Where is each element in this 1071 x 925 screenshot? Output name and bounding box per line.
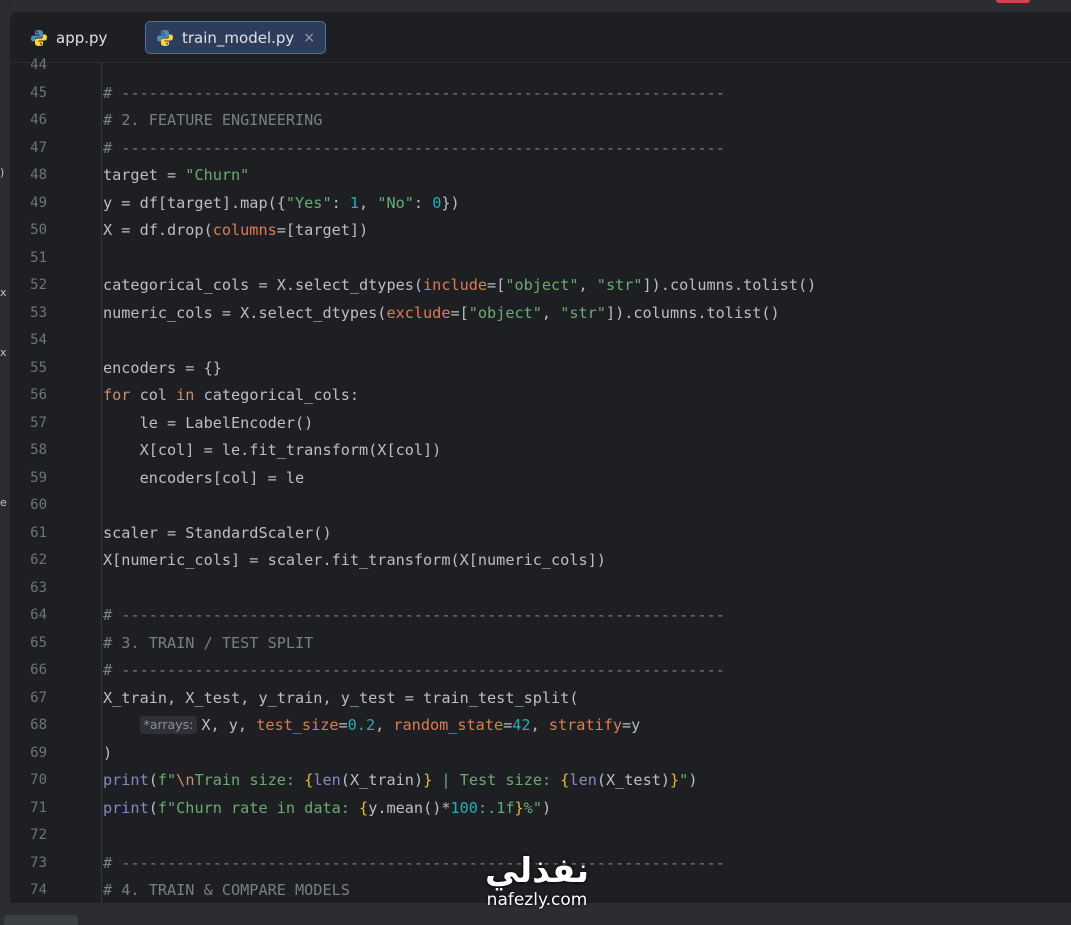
parameter-hint: *arrays: xyxy=(139,716,198,734)
line-number: 47 xyxy=(30,139,47,156)
tab-label: app.py xyxy=(56,28,108,47)
line-number: 67 xyxy=(30,689,47,706)
line-number: 57 xyxy=(30,414,47,431)
tab-label: train_model.py xyxy=(182,28,295,47)
line-number: 46 xyxy=(30,112,47,128)
line-number: 44 xyxy=(30,57,47,73)
code-line: scaler = StandardScaler() xyxy=(103,523,332,542)
watermark-arabic: نفذلي xyxy=(484,851,590,891)
code-line: encoders[col] = le xyxy=(103,468,305,487)
code-line: # 2. FEATURE ENGINEERING xyxy=(103,111,323,129)
code-line: X_train, X_test, y_train, y_test = train… xyxy=(103,688,579,707)
code-editor[interactable]: 44 45 46 47 48 49 50 51 52 53 54 55 56 5… xyxy=(10,57,1071,903)
indent-guide xyxy=(101,63,102,903)
line-number: 73 xyxy=(30,854,47,871)
line-number: 70 xyxy=(30,772,47,788)
code-line: print(f"Churn rate in data: {y.mean()*10… xyxy=(103,798,552,817)
code-line: numeric_cols = X.select_dtypes(exclude=[… xyxy=(103,303,780,322)
tab-app-py[interactable]: app.py xyxy=(20,21,117,54)
code-line: # 3. TRAIN / TEST SPLIT xyxy=(103,633,314,652)
code-line: X = df.drop(columns=[target]) xyxy=(103,221,369,239)
code-line: # --------------------------------------… xyxy=(103,661,725,679)
line-number: 69 xyxy=(30,744,47,761)
taskbar-item[interactable] xyxy=(4,915,78,925)
background-glyph: x xyxy=(0,346,7,359)
close-tab-icon[interactable]: × xyxy=(303,30,315,46)
code-line: le = LabelEncoder() xyxy=(103,413,314,432)
code-line: print(f"\nTrain size: {len(X_train)} | T… xyxy=(103,771,698,789)
code-line: # 4. TRAIN & COMPARE MODELS xyxy=(103,881,350,899)
line-number: 62 xyxy=(30,552,47,568)
line-number: 53 xyxy=(30,304,47,321)
line-number: 54 xyxy=(30,332,47,348)
line-number: 60 xyxy=(30,497,47,513)
line-number: 61 xyxy=(30,524,47,541)
line-number: 56 xyxy=(30,387,47,403)
line-number: 66 xyxy=(30,662,47,678)
code-line: # --------------------------------------… xyxy=(103,83,725,102)
line-number: 50 xyxy=(30,222,47,238)
line-number-gutter: 44 45 46 47 48 49 50 51 52 53 54 55 56 5… xyxy=(10,57,90,903)
desktop-top-strip xyxy=(0,0,1071,12)
line-number: 65 xyxy=(30,634,47,651)
code-line: for col in categorical_cols: xyxy=(103,386,360,404)
watermark: نفذلي nafezly.com xyxy=(462,852,612,910)
code-line: *arrays: X, y, test_size=0.2, random_stat… xyxy=(103,712,640,740)
tab-train-model-py[interactable]: train_model.py × xyxy=(145,21,327,54)
line-number: 49 xyxy=(30,194,47,211)
code-line: categorical_cols = X.select_dtypes(inclu… xyxy=(103,276,817,294)
line-number: 63 xyxy=(30,579,47,596)
line-number: 68 xyxy=(30,717,47,733)
background-glyph: ) xyxy=(0,166,5,179)
code-line: y = df[target].map({"Yes": 1, "No": 0}) xyxy=(103,193,460,212)
code-line: X[col] = le.fit_transform(X[col]) xyxy=(103,441,442,459)
code-line: # --------------------------------------… xyxy=(103,853,725,872)
notification-badge[interactable] xyxy=(996,0,1030,3)
code-line: X[numeric_cols] = scaler.fit_transform(X… xyxy=(103,551,606,569)
line-number: 64 xyxy=(30,607,47,623)
background-glyph: e xyxy=(0,496,7,509)
line-number: 72 xyxy=(30,827,47,843)
code-line: # --------------------------------------… xyxy=(103,138,725,157)
tab-bar: app.py train_model.py × xyxy=(10,12,1071,63)
line-number: 55 xyxy=(30,359,47,376)
code-line: encoders = {} xyxy=(103,358,222,377)
line-number: 59 xyxy=(30,469,47,486)
background-glyph: x xyxy=(0,286,7,299)
line-number: 52 xyxy=(30,277,47,293)
python-file-icon xyxy=(31,29,47,46)
code-line: ) xyxy=(103,743,113,762)
line-number: 74 xyxy=(30,882,47,898)
line-number: 58 xyxy=(30,442,47,458)
python-file-icon xyxy=(157,29,173,46)
code-line: target = "Churn" xyxy=(103,166,250,184)
editor-window: app.py train_model.py × 44 45 46 47 48 4… xyxy=(10,12,1071,903)
line-number: 45 xyxy=(30,84,47,101)
watermark-url: nafezly.com xyxy=(486,890,588,910)
line-number: 48 xyxy=(30,167,47,183)
line-number: 51 xyxy=(30,249,47,266)
line-number: 71 xyxy=(30,799,47,816)
code-line: # --------------------------------------… xyxy=(103,606,725,624)
